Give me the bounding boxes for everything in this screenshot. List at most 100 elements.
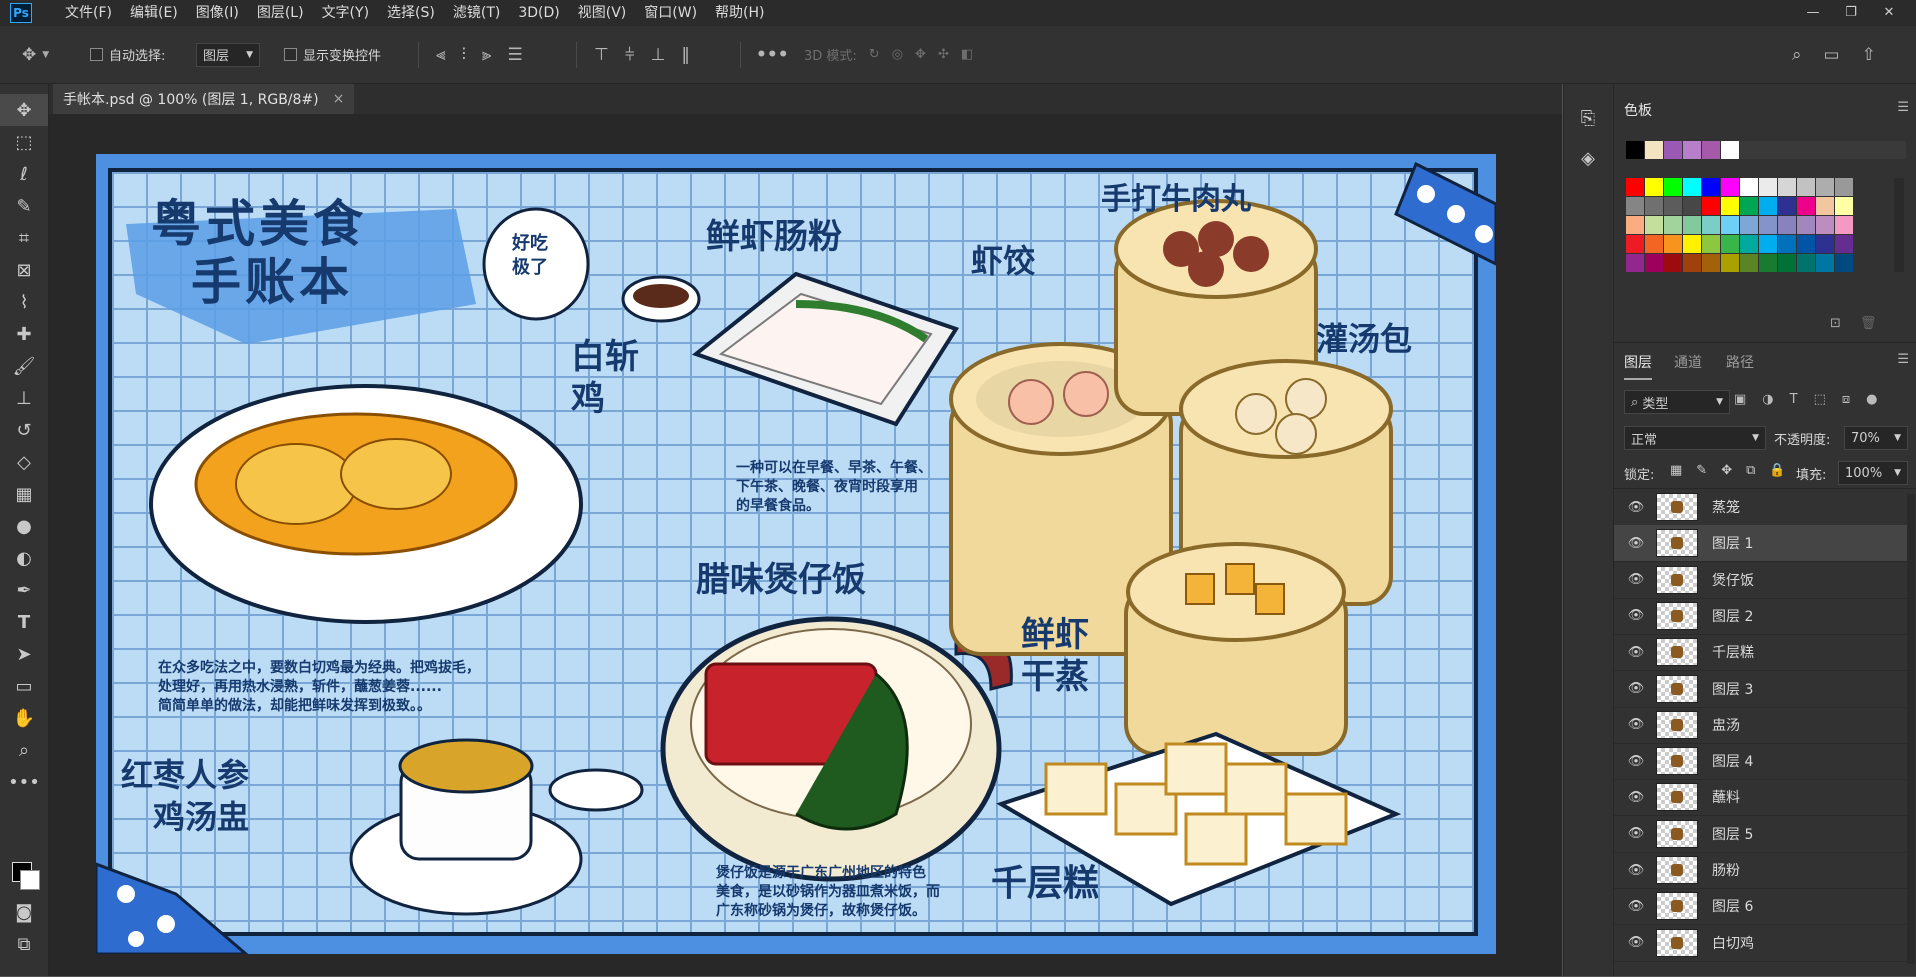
eye-icon[interactable]: 👁 bbox=[1622, 935, 1650, 950]
menu-item[interactable]: 文字(Y) bbox=[313, 0, 378, 26]
color-swatch[interactable] bbox=[1721, 235, 1739, 253]
distribute-icon[interactable]: ☰ bbox=[507, 45, 522, 65]
color-swatch[interactable] bbox=[1740, 235, 1758, 253]
color-swatch[interactable] bbox=[1721, 254, 1739, 272]
orbit-3d-icon[interactable]: ↻ bbox=[869, 47, 880, 62]
color-swatch[interactable] bbox=[1702, 254, 1720, 272]
color-swatch[interactable] bbox=[1778, 235, 1796, 253]
3d-panel-icon[interactable]: ◈ bbox=[1564, 142, 1612, 174]
menu-item[interactable]: 编辑(E) bbox=[121, 0, 187, 26]
lock-position-icon[interactable]: ✥ bbox=[1721, 463, 1732, 478]
color-swatch[interactable] bbox=[1778, 197, 1796, 215]
move-tool-preset[interactable]: ✥ ▼ bbox=[22, 26, 49, 83]
color-swatch[interactable] bbox=[1835, 178, 1853, 196]
layer-row[interactable]: 👁 图层 1 bbox=[1614, 525, 1907, 563]
layer-row[interactable]: 👁 蒸笼 bbox=[1614, 489, 1907, 526]
path-select-tool-icon[interactable]: ➤ bbox=[0, 638, 48, 670]
align-left-icon[interactable]: ⫷ bbox=[436, 45, 446, 65]
align-top-icon[interactable]: ⊤ bbox=[594, 45, 609, 65]
color-swatch[interactable] bbox=[1778, 216, 1796, 234]
auto-select-target-dropdown[interactable]: 图层 ▼ bbox=[196, 42, 260, 67]
color-swatch[interactable] bbox=[1683, 254, 1701, 272]
color-swatch[interactable] bbox=[1759, 178, 1777, 196]
blend-mode-dropdown[interactable]: 正常 ▼ bbox=[1624, 426, 1766, 450]
color-swatch[interactable] bbox=[1626, 178, 1644, 196]
document-tab[interactable]: 手帐本.psd @ 100% (图层 1, RGB/8#) × bbox=[53, 84, 355, 114]
color-swatch[interactable] bbox=[1702, 178, 1720, 196]
eye-icon[interactable]: 👁 bbox=[1622, 790, 1650, 805]
auto-select-checkbox[interactable]: 自动选择: bbox=[90, 26, 165, 83]
background-color-swatch[interactable] bbox=[20, 870, 40, 890]
delete-swatch-icon[interactable]: 🗑 bbox=[1860, 316, 1877, 331]
color-swatch[interactable] bbox=[1683, 216, 1701, 234]
move-tool-icon[interactable]: ✥ bbox=[0, 94, 48, 126]
healing-brush-tool-icon[interactable]: ✚ bbox=[0, 318, 48, 350]
menu-item[interactable]: 选择(S) bbox=[378, 0, 444, 26]
color-swatch[interactable] bbox=[1740, 178, 1758, 196]
color-swatch[interactable] bbox=[1816, 197, 1834, 215]
color-swatch[interactable] bbox=[1759, 197, 1777, 215]
menu-item[interactable]: 3D(D) bbox=[509, 0, 568, 26]
color-swatch[interactable] bbox=[1683, 178, 1701, 196]
color-swatch[interactable] bbox=[1835, 197, 1853, 215]
layer-row[interactable]: 👁 图层 5 bbox=[1614, 816, 1907, 853]
color-swatch[interactable] bbox=[1759, 254, 1777, 272]
eye-icon[interactable]: 👁 bbox=[1622, 572, 1650, 587]
lock-transparent-icon[interactable]: ▦ bbox=[1670, 463, 1682, 478]
color-swatch[interactable] bbox=[1816, 235, 1834, 253]
workspace-icon[interactable]: ▭ bbox=[1824, 45, 1840, 65]
layer-row[interactable]: 👁 盅汤 bbox=[1614, 707, 1907, 744]
close-tab-icon[interactable]: × bbox=[333, 91, 345, 107]
eye-icon[interactable]: 👁 bbox=[1622, 826, 1650, 841]
eye-icon[interactable]: 👁 bbox=[1622, 608, 1650, 623]
roll-3d-icon[interactable]: ◎ bbox=[892, 47, 903, 62]
swatches-scrollbar[interactable] bbox=[1894, 178, 1904, 272]
type-tool-icon[interactable]: T bbox=[0, 606, 48, 638]
color-swatch[interactable] bbox=[1759, 216, 1777, 234]
filter-toggle-icon[interactable]: ● bbox=[1866, 392, 1877, 407]
pen-tool-icon[interactable]: ✒ bbox=[0, 574, 48, 606]
gradient-tool-icon[interactable]: ▦ bbox=[0, 478, 48, 510]
color-swatch[interactable] bbox=[1740, 254, 1758, 272]
eyedropper-tool-icon[interactable]: ⌇ bbox=[0, 286, 48, 318]
color-swatch[interactable] bbox=[1683, 235, 1701, 253]
color-swatch[interactable] bbox=[1797, 178, 1815, 196]
checkbox-box[interactable] bbox=[284, 48, 297, 61]
color-swatch[interactable] bbox=[1664, 216, 1682, 234]
tab-layers[interactable]: 图层 bbox=[1624, 352, 1652, 380]
show-transform-checkbox[interactable]: 显示变换控件 bbox=[284, 26, 381, 83]
canvas-area[interactable]: 粤式美食 手账本 好吃 极了 鲜虾肠粉 白斩 鸡 虾饺 手打牛肉丸 灌汤包 腊味… bbox=[49, 114, 1562, 976]
color-swatch[interactable] bbox=[1816, 178, 1834, 196]
tab-swatches[interactable]: 色板 bbox=[1624, 100, 1652, 120]
pan-3d-icon[interactable]: ✥ bbox=[915, 47, 926, 62]
screen-mode-icon[interactable]: ⧉ bbox=[0, 928, 48, 960]
eye-icon[interactable]: 👁 bbox=[1622, 863, 1650, 878]
layer-row[interactable]: 👁 图层 3 bbox=[1614, 671, 1907, 708]
minimize-button[interactable]: — bbox=[1794, 0, 1832, 26]
color-swatch[interactable] bbox=[1721, 216, 1739, 234]
panel-menu-icon[interactable]: ☰ bbox=[1897, 100, 1909, 115]
layers-panel-menu-icon[interactable]: ☰ bbox=[1897, 352, 1909, 367]
close-window-button[interactable]: ✕ bbox=[1870, 0, 1908, 26]
brush-tool-icon[interactable]: 🖌 bbox=[0, 350, 48, 382]
artwork-canvas[interactable]: 粤式美食 手账本 好吃 极了 鲜虾肠粉 白斩 鸡 虾饺 手打牛肉丸 灌汤包 腊味… bbox=[96, 154, 1496, 954]
color-swatch[interactable] bbox=[1645, 254, 1663, 272]
layer-row[interactable]: 👁 蘸料 bbox=[1614, 779, 1907, 817]
history-panel-icon[interactable]: ⎘ bbox=[1564, 102, 1612, 134]
lock-artboard-icon[interactable]: ⧉ bbox=[1746, 463, 1755, 478]
color-swatch[interactable] bbox=[1664, 235, 1682, 253]
color-swatch[interactable] bbox=[1702, 197, 1720, 215]
tab-paths[interactable]: 路径 bbox=[1726, 352, 1754, 372]
color-swatch[interactable] bbox=[1664, 197, 1682, 215]
eye-icon[interactable]: 👁 bbox=[1622, 500, 1650, 515]
color-swatch[interactable] bbox=[1626, 254, 1644, 272]
eraser-tool-icon[interactable]: ◇ bbox=[0, 446, 48, 478]
crop-tool-icon[interactable]: ⌗ bbox=[0, 222, 48, 254]
color-swatch[interactable] bbox=[1835, 216, 1853, 234]
color-swatch[interactable] bbox=[1683, 197, 1701, 215]
recent-swatch[interactable] bbox=[1721, 141, 1739, 159]
color-swatch[interactable] bbox=[1797, 197, 1815, 215]
new-swatch-icon[interactable]: ⊡ bbox=[1830, 316, 1841, 331]
layer-row[interactable]: 👁 图层 2 bbox=[1614, 598, 1907, 635]
blur-tool-icon[interactable]: ● bbox=[0, 510, 48, 542]
